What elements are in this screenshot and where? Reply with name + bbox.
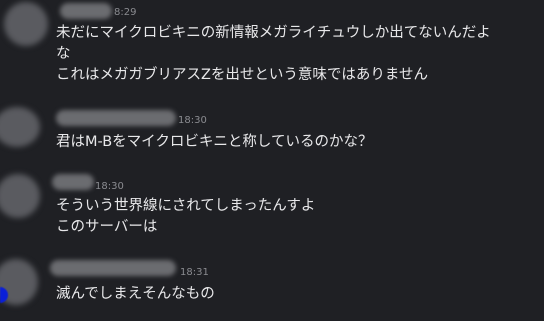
chat-message-list: 8:29 未だにマイクロビキニの新情報メガライチュウしか出てないんだよ な これ… xyxy=(0,0,544,321)
avatar[interactable] xyxy=(4,2,48,46)
message-timestamp: 18:30 xyxy=(178,115,207,126)
message-line: このサーバーは xyxy=(56,219,158,235)
message-timestamp: 18:30 xyxy=(95,181,124,192)
chat-message: 8:29 未だにマイクロビキニの新情報メガライチュウしか出てないんだよ な これ… xyxy=(0,0,544,100)
username-redacted[interactable] xyxy=(50,260,176,276)
username-redacted[interactable] xyxy=(60,3,112,19)
message-content: 未だにマイクロビキニの新情報メガライチュウしか出てないんだよ な これはメガガブ… xyxy=(56,23,491,86)
username-redacted[interactable] xyxy=(52,174,94,190)
avatar[interactable] xyxy=(0,107,40,147)
message-line: な xyxy=(56,46,71,62)
chat-message: 18:30 そういう世界線にされてしまったんすよ このサーバーは xyxy=(0,170,544,245)
avatar[interactable] xyxy=(0,174,40,218)
chat-message: 18:30 君はM-Bをマイクロビキニと称しているのかな？ xyxy=(0,105,544,160)
message-timestamp: 18:31 xyxy=(180,267,209,278)
message-content: 君はM-Bをマイクロビキニと称しているのかな？ xyxy=(56,132,372,153)
username-redacted[interactable] xyxy=(56,110,176,126)
message-line: 未だにマイクロビキニの新情報メガライチュウしか出てないんだよ xyxy=(56,25,491,41)
message-timestamp: 8:29 xyxy=(114,7,137,18)
message-line: 滅んでしまえそんなもの xyxy=(56,286,215,302)
message-line: これはメガガブリアスZを出せという意味ではありません xyxy=(56,67,428,83)
chat-message: 18:31 滅んでしまえそんなもの xyxy=(0,255,544,321)
message-content: そういう世界線にされてしまったんすよ このサーバーは xyxy=(56,196,315,238)
message-content: 滅んでしまえそんなもの xyxy=(56,284,215,305)
message-line: そういう世界線にされてしまったんすよ xyxy=(56,198,316,214)
message-line: 君はM-Bをマイクロビキニと称しているのかな？ xyxy=(56,134,373,150)
